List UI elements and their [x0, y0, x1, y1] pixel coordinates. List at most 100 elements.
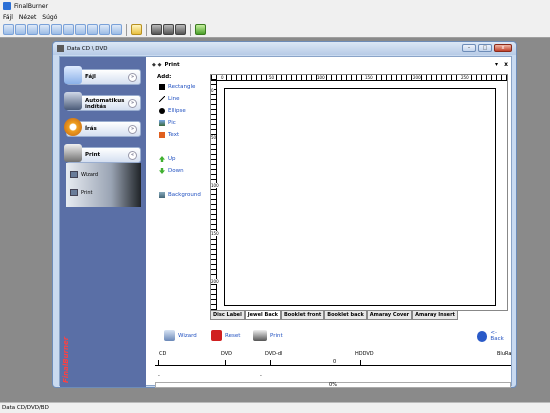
ruler-label: 50 [269, 75, 275, 80]
tool-down[interactable]: Down [159, 168, 184, 174]
layout-icon[interactable] [151, 24, 162, 35]
tool-label: Background [168, 192, 201, 198]
chevron-down-icon[interactable]: » [128, 125, 137, 134]
down-arrow-icon [159, 168, 165, 174]
nav-group-burn[interactable]: Írás » [64, 118, 141, 137]
tile-view-icon[interactable] [175, 24, 186, 35]
tab-amaray-insert[interactable]: Amaray Insert [412, 311, 458, 320]
close-button[interactable]: x [494, 44, 512, 52]
chevron-up-icon[interactable]: « [128, 151, 137, 160]
nav-print-items: Wizard Print [66, 163, 141, 207]
minimize-button[interactable]: – [462, 44, 476, 52]
label-canvas[interactable]: 0 50 100 150 200 250 0 50 100 150 200 [210, 74, 508, 311]
tab-booklet-front[interactable]: Booklet front [281, 311, 325, 320]
reset-x-icon [211, 330, 222, 341]
menu-view[interactable]: Nézet [19, 14, 36, 21]
ruler-label: 0 [211, 88, 214, 93]
chevron-down-icon[interactable]: » [128, 99, 137, 108]
reset-button[interactable]: Reset [211, 330, 240, 341]
new-project-icon[interactable] [3, 24, 14, 35]
tab-amaray-cover[interactable]: Amaray Cover [366, 311, 413, 320]
tool-up[interactable]: Up [159, 156, 176, 162]
ruler-label: 250 [461, 75, 469, 80]
capacity-progress: 0% [155, 382, 511, 388]
nav-group-autorun[interactable]: Automatikus indítás » [64, 92, 141, 111]
tool-background[interactable]: Background [159, 192, 201, 198]
capacity-meter: CD DVD DVD-dl HDDVD BluRay 0 - - 0% [155, 351, 511, 388]
back-label: <- Back [490, 330, 504, 342]
printer-icon [253, 330, 267, 341]
menu-file[interactable]: Fájl [3, 14, 13, 21]
up-arrow-icon [159, 156, 165, 162]
chevron-down-icon[interactable]: » [128, 73, 137, 82]
wizard-button[interactable]: Wizard [164, 330, 197, 341]
copy-disc-icon[interactable] [51, 24, 62, 35]
capacity-left-dash: - [158, 373, 160, 379]
window-buttons: – □ x [462, 44, 512, 52]
tool-rectangle[interactable]: Rectangle [159, 84, 195, 90]
tool-ellipse[interactable]: Ellipse [159, 108, 186, 114]
settings-icon[interactable] [111, 24, 122, 35]
panel-close-button[interactable]: x [504, 61, 508, 68]
panel-pin-button[interactable]: ▾ [495, 61, 498, 68]
tool-label: Line [168, 96, 180, 102]
tool-pic[interactable]: Pic [159, 120, 176, 126]
nav-group-label: Print [85, 152, 101, 158]
burn-icon[interactable] [87, 24, 98, 35]
video-dvd-icon[interactable] [39, 24, 50, 35]
tool-label: Up [168, 156, 176, 162]
audio-cd-icon[interactable] [27, 24, 38, 35]
capacity-mid-dash: - [260, 373, 262, 379]
wizard-icon [164, 330, 175, 341]
tool-label: Text [168, 132, 180, 138]
autorun-icon [64, 92, 82, 110]
print-button[interactable]: Print [253, 330, 283, 341]
print-actions: Wizard Reset Print <- Back [157, 330, 511, 344]
label-tabs: Disc Label Jewel Back Booklet front Book… [210, 311, 458, 320]
tool-label: Down [168, 168, 184, 174]
line-icon [159, 96, 165, 102]
tab-booklet-back[interactable]: Booklet back [324, 311, 367, 320]
menu-help[interactable]: Súgó [42, 14, 57, 21]
menubar: Fájl Nézet Súgó [0, 12, 550, 22]
tool-label: Rectangle [168, 84, 196, 90]
ruler-label: 200 [211, 279, 219, 284]
tool-line[interactable]: Line [159, 96, 179, 102]
picture-icon [159, 120, 165, 126]
image-icon[interactable] [63, 24, 74, 35]
tab-disc-label[interactable]: Disc Label [210, 311, 245, 320]
maximize-button[interactable]: □ [478, 44, 492, 52]
back-button[interactable]: <- Back [477, 330, 511, 342]
status-bar: Data CD/DVD/BD [0, 402, 550, 413]
brand-logo: FinalBurner [62, 336, 70, 383]
tab-jewel-back[interactable]: Jewel Back [244, 311, 281, 320]
nav-item-label: Wizard [81, 171, 99, 178]
tool-text[interactable]: Text [159, 132, 179, 138]
drag-handle-icon[interactable]: ◆ ◆ [152, 62, 161, 68]
erase-disc-icon[interactable] [75, 24, 86, 35]
file-cube-icon [64, 66, 82, 84]
printer-icon [64, 144, 82, 162]
cap-label-bluray: BluRay [497, 351, 511, 357]
nav-group-print[interactable]: Print « [64, 144, 141, 163]
nav-item-print[interactable]: Print [70, 189, 93, 196]
label-icon[interactable] [131, 24, 142, 35]
wizard-label: Wizard [178, 332, 197, 339]
nav-item-label: Print [81, 189, 93, 196]
jewel-back-page[interactable] [224, 88, 496, 306]
data-cd-dvd-window: Data CD \ DVD – □ x Fájl » Automatikus i… [52, 41, 517, 388]
data-cd-icon[interactable] [15, 24, 26, 35]
ruler-label: 50 [211, 135, 217, 140]
cap-label-dvd-dl: DVD-dl [265, 351, 283, 357]
nav-group-label: Fájl [85, 74, 96, 80]
nav-group-file[interactable]: Fájl » [64, 66, 141, 85]
list-view-icon[interactable] [163, 24, 174, 35]
disc-info-icon[interactable] [99, 24, 110, 35]
nav-item-wizard[interactable]: Wizard [70, 171, 98, 178]
help-icon[interactable] [195, 24, 206, 35]
rectangle-icon [159, 84, 165, 90]
toolbar [0, 22, 550, 38]
toolbar-separator [126, 23, 127, 36]
ruler-left [211, 75, 217, 310]
child-titlebar: Data CD \ DVD – □ x [53, 42, 516, 55]
